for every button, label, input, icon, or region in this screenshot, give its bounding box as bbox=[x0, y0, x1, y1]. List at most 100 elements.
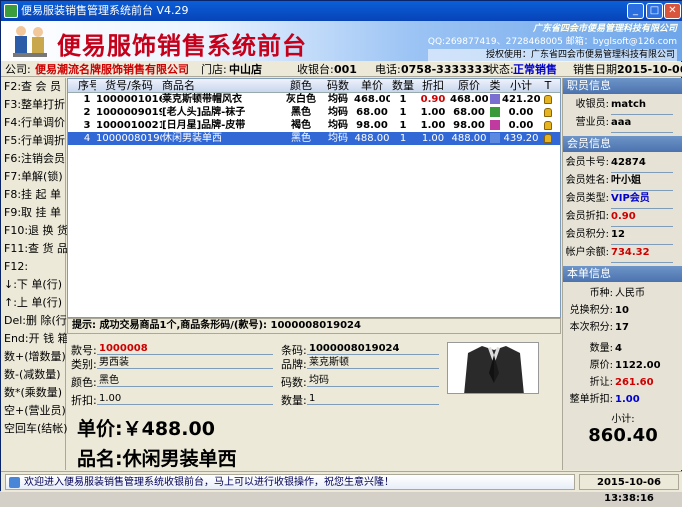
table-row[interactable]: 2 1000009019024[老人头]品牌-袜子 黑色 均码 68.00 1 1.00 68… bbox=[68, 106, 560, 119]
category-badge-icon bbox=[490, 107, 500, 117]
redeem-points-label: 兑换积分: bbox=[569, 305, 613, 316]
sidebar-item[interactable]: F2:查 会 员 bbox=[1, 78, 65, 96]
sidebar-item[interactable]: 空+(营业员) bbox=[1, 402, 66, 420]
suit-jacket-icon bbox=[464, 346, 524, 393]
store-label: 门店: bbox=[201, 63, 227, 76]
item-name: 休闲男装单西 bbox=[162, 133, 222, 144]
date-value: 2015-10-06 bbox=[617, 63, 682, 76]
row-number: 2 bbox=[83, 107, 91, 118]
item-category bbox=[488, 132, 502, 145]
column-header: 序号 bbox=[78, 79, 96, 92]
quantity-field[interactable]: 1 bbox=[307, 392, 439, 405]
sidebar-item[interactable]: F6:注销会员 bbox=[1, 150, 65, 168]
item-name: [日月星]品牌-皮带 bbox=[162, 120, 246, 131]
sidebar-item[interactable]: F10:退 换 货 bbox=[1, 222, 68, 240]
cashier-value: match bbox=[611, 96, 673, 115]
item-price: 68.00 bbox=[356, 107, 388, 118]
brand-label: 品牌: bbox=[281, 358, 307, 371]
sidebar-item[interactable]: F8:挂 起 单 bbox=[1, 186, 65, 204]
member-points-row: 会员积分: 12 bbox=[563, 226, 682, 245]
brand-field[interactable]: 莱克斯顿 bbox=[307, 356, 439, 369]
minimize-button[interactable]: _ bbox=[627, 3, 644, 19]
currency-row: 币种: 人民币 bbox=[563, 285, 682, 302]
original-price-label: 原价: bbox=[589, 360, 613, 371]
type-field[interactable]: 男西装 bbox=[97, 356, 273, 369]
sidebar-item[interactable]: 数-(减数量) bbox=[1, 366, 65, 384]
cashier-row: 收银员: match bbox=[563, 96, 682, 115]
tip-bar: 提示: 成功交易商品1个,商品条形码/(款号): 1000008019024 bbox=[67, 318, 561, 334]
item-discount: 1.00 bbox=[421, 133, 445, 144]
discount-field[interactable]: 1.00 bbox=[97, 392, 273, 405]
sidebar-item[interactable]: F11:查 货 品 bbox=[1, 240, 68, 258]
redeem-points-value: 10 bbox=[615, 305, 629, 316]
item-code: 1000001016024 bbox=[96, 94, 162, 105]
code-field[interactable]: 1000008 bbox=[97, 342, 273, 355]
item-subtotal: 421.20 bbox=[502, 94, 540, 105]
earned-points-value: 17 bbox=[615, 322, 629, 333]
table-row[interactable]: 1 1000001016024莱克斯顿带帽风衣 灰白色 均码 468.00 1 0.90 46… bbox=[68, 93, 560, 106]
sidebar-item[interactable]: 数*(乘数量) bbox=[1, 384, 65, 402]
member-balance-value: 734.32 bbox=[611, 244, 673, 263]
item-size: 均码 bbox=[328, 107, 348, 118]
sidebar-item[interactable]: F3:整单打折 bbox=[1, 96, 65, 114]
sidebar-item[interactable]: Del:删 除(行) bbox=[1, 312, 71, 330]
currency-value: 人民币 bbox=[615, 288, 645, 299]
title-bar: 便易服装销售管理系统前台 V4.29 _ □ ✕ bbox=[1, 1, 682, 21]
table-header: 序号 货号/条码 商品名 颜色 码数 单价 数量 折扣 原价 类 小计 T bbox=[68, 79, 560, 93]
table-body: 11000001016024莱克斯顿带帽风衣灰白色均码468.0010.9046… bbox=[68, 93, 560, 145]
column-header: 数量 bbox=[392, 79, 414, 92]
table-row[interactable]: 4 1000008019024休闲男装单西 黑色 均码 488.00 1 1.00 488.0… bbox=[68, 132, 560, 145]
sidebar-item[interactable]: ↓:下 单(行) bbox=[1, 276, 65, 294]
member-header: 会员信息 bbox=[563, 136, 682, 152]
maximize-button[interactable]: □ bbox=[646, 3, 663, 19]
item-code: 1000009019024 bbox=[96, 107, 162, 118]
info-bar: 公司: 便易潮流名牌服饰销售有限公司 门店: 中山店 收银台: 001 电话: … bbox=[1, 62, 682, 77]
item-original-price: 468.00 bbox=[450, 94, 488, 105]
sidebar-item[interactable]: F12: bbox=[1, 258, 65, 276]
lock-icon bbox=[544, 95, 552, 104]
column-header: 类 bbox=[489, 79, 501, 92]
status-bar: 欢迎进入便易服装销售管理系统收银前台，马上可以进行收银操作，祝您生意兴隆！ 20… bbox=[1, 471, 682, 504]
item-original-price: 98.00 bbox=[453, 120, 485, 131]
sidebar-item[interactable]: 数+(增数量) bbox=[1, 348, 66, 366]
member-type-label: 会员类型: bbox=[565, 193, 609, 204]
order-quantity-value: 4 bbox=[615, 343, 622, 354]
row-indicator bbox=[68, 119, 78, 132]
column-header: 颜色 bbox=[290, 79, 312, 92]
lock-icon bbox=[544, 134, 552, 143]
color-field[interactable]: 黑色 bbox=[97, 374, 273, 387]
sidebar-item[interactable]: 空回车(结帐) bbox=[1, 420, 68, 438]
info-panel: 职员信息 收银员: match 营业员: aaa 会员信息 会员卡号: 42874 会… bbox=[562, 78, 682, 470]
color-label: 颜色: bbox=[71, 376, 97, 389]
sidebar-item[interactable]: F4:行单调价 bbox=[1, 114, 65, 132]
sales-table[interactable]: 序号 货号/条码 商品名 颜色 码数 单价 数量 折扣 原价 类 小计 T 1 1… bbox=[67, 78, 561, 318]
item-quantity: 1 bbox=[399, 107, 407, 118]
row-number: 3 bbox=[83, 120, 91, 131]
discount-label: 折扣: bbox=[71, 394, 97, 407]
barcode-field[interactable]: 1000008019024 bbox=[307, 342, 439, 355]
item-size: 均码 bbox=[328, 133, 348, 144]
item-color: 褐色 bbox=[291, 120, 311, 131]
size-field[interactable]: 均码 bbox=[307, 374, 439, 387]
sidebar-item[interactable]: F9:取 挂 单 bbox=[1, 204, 65, 222]
date-label: 销售日期: bbox=[573, 63, 621, 76]
currency-label: 币种: bbox=[589, 288, 613, 299]
company-info: 广东省四会市便易管理科技有限公司 QQ:269877419、2728468005… bbox=[427, 23, 677, 62]
welcome-message: 欢迎进入便易服装销售管理系统收银前台，马上可以进行收银操作，祝您生意兴隆！ bbox=[5, 474, 575, 490]
lock-icon bbox=[544, 121, 552, 130]
product-name-display: 品名:休闲男装单西 bbox=[77, 444, 237, 471]
item-discount: 1.00 bbox=[420, 120, 446, 131]
item-category bbox=[488, 93, 502, 106]
item-subtotal: 0.00 bbox=[508, 120, 534, 131]
sidebar-item[interactable]: F5:行单调折 bbox=[1, 132, 65, 150]
sidebar-item[interactable]: ↑:上 单(行) bbox=[1, 294, 65, 312]
member-name-row: 会员姓名: 叶小姐 bbox=[563, 172, 682, 191]
type-label: 类别: bbox=[71, 358, 97, 371]
sidebar-item[interactable]: F7:单解(锁) bbox=[1, 168, 65, 186]
sidebar-item[interactable]: End:开 钱 箱 bbox=[1, 330, 69, 348]
close-button[interactable]: ✕ bbox=[664, 3, 681, 19]
phone-value: 0758-3333333 bbox=[401, 63, 490, 76]
banner: 便易服饰销售系统前台 广东省四会市便易管理科技有限公司 QQ:269877419… bbox=[1, 21, 682, 62]
item-size: 均码 bbox=[328, 94, 348, 105]
table-row[interactable]: 3 1000010021024[日月星]品牌-皮带 褐色 均码 98.00 1 1.00 98… bbox=[68, 119, 560, 132]
